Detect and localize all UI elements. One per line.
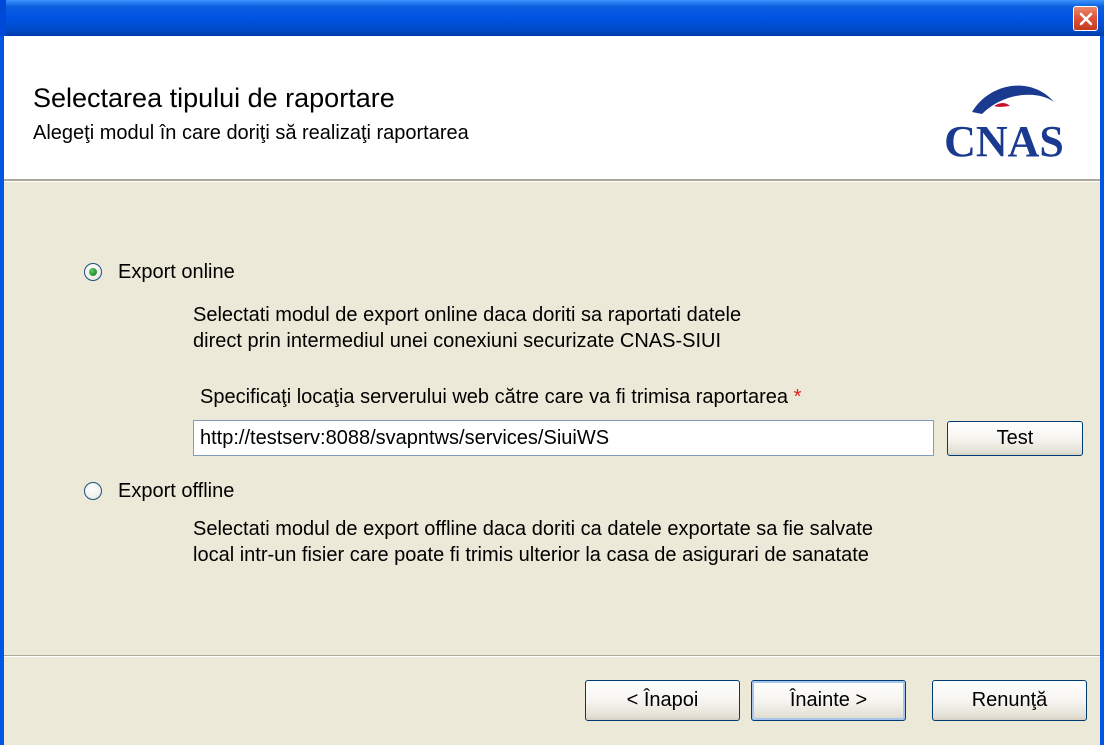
radio-selected-dot [89,268,97,276]
export-offline-label[interactable]: Export offline [118,480,234,503]
next-button[interactable]: Înainte > [751,680,906,721]
page-title: Selectarea tipului de raportare [33,83,395,113]
title-bar[interactable] [0,0,1104,36]
cancel-button-label: Renunţă [971,689,1048,711]
logo-text: CNAS [944,117,1064,162]
title-bar-edge [0,0,6,36]
back-button[interactable]: < Înapoi [585,680,740,721]
wizard-header: Selectarea tipului de raportare Alegeţi … [4,36,1100,179]
back-button-label: < Înapoi [626,689,699,711]
cancel-button[interactable]: Renunţă [932,680,1087,721]
header-divider [4,179,1100,182]
export-online-description-2: direct prin intermediul unei conexiuni s… [193,330,722,352]
server-url-label: Specificaţi locaţia serverului web către… [200,386,801,409]
footer-divider [4,655,1100,657]
export-online-label[interactable]: Export online [118,261,235,284]
export-online-radio[interactable] [84,263,102,281]
test-button-label: Test [996,427,1034,449]
export-offline-description-1: Selectati modul de export offline daca d… [193,518,874,540]
window-frame-right [1100,36,1104,745]
export-offline-radio[interactable] [84,482,102,500]
required-marker: * [793,386,802,408]
export-online-description-1: Selectati modul de export online daca do… [193,304,742,326]
next-button-label: Înainte > [789,689,868,711]
close-button[interactable] [1073,6,1098,31]
test-button[interactable]: Test [947,421,1083,456]
server-url-label-text: Specificaţi locaţia serverului web către… [200,386,789,408]
server-url-input[interactable] [193,420,934,456]
close-icon [1079,12,1093,26]
page-subtitle: Alegeţi modul în care doriţi să realizaţ… [33,122,469,144]
export-offline-description-2: local intr-un fisier care poate fi trimi… [193,544,869,566]
cnas-logo: CNAS [944,85,1064,162]
